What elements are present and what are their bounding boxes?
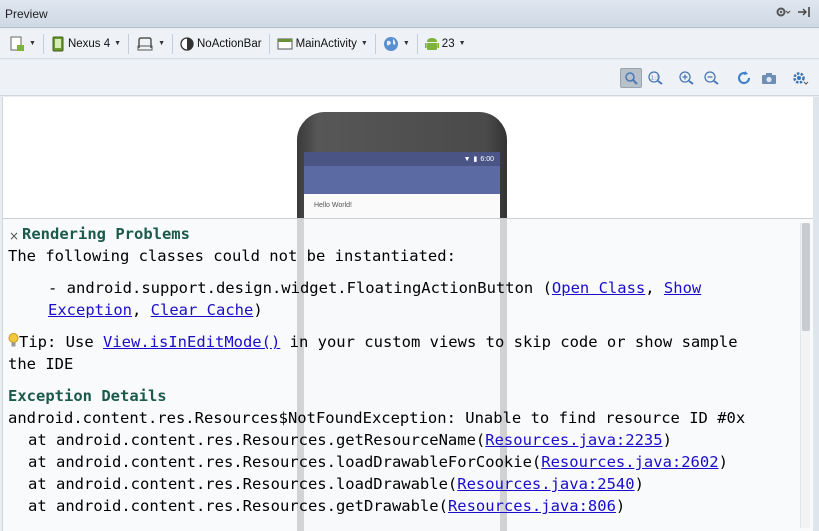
wifi-icon: ▼ (463, 155, 471, 163)
tool-window-header: Preview (0, 0, 819, 28)
clear-cache-link[interactable]: Clear Cache (151, 301, 254, 319)
zoom-actual-size-button[interactable]: 1:1 (645, 68, 667, 88)
class-problem-line-2: Exception, Clear Cache) (48, 301, 263, 319)
camera-icon (762, 73, 776, 84)
lightbulb-icon (8, 333, 19, 351)
theme-label: NoActionBar (197, 37, 262, 50)
tip-line: Tip: Use View.isInEditMode() in your cus… (8, 331, 798, 353)
right-edge-strip (813, 97, 819, 531)
screenshot-button[interactable] (758, 68, 780, 88)
device-icon (52, 36, 64, 51)
show-exception-link-cont[interactable]: Exception (48, 301, 132, 319)
orientation-icon (137, 36, 153, 50)
stack-frame: at android.content.res.Resources.getReso… (28, 431, 672, 449)
stack-frame-link[interactable]: Resources.java:2540 (457, 475, 634, 493)
preview-options-button[interactable] (789, 68, 811, 88)
device-dropdown[interactable]: Nexus 4 ▼ (48, 33, 124, 55)
exception-line: android.content.res.Resources$NotFoundEx… (8, 409, 746, 427)
battery-icon: ▮ (473, 156, 478, 163)
rendering-problems-panel: × Rendering Problems The following class… (3, 218, 813, 531)
api-level-label: 23 (441, 37, 455, 50)
document-config-icon (10, 36, 24, 51)
stack-frame-link[interactable]: Resources.java:2602 (541, 453, 718, 471)
stack-frame: at android.content.res.Resources.getDraw… (28, 497, 626, 515)
rendering-problems-title: Rendering Problems (22, 225, 190, 243)
device-label: Nexus 4 (67, 37, 111, 50)
svg-text:1:1: 1:1 (651, 75, 660, 81)
orientation-dropdown[interactable]: ▼ (133, 33, 168, 55)
activity-label: MainActivity (295, 37, 357, 50)
is-in-edit-mode-link[interactable]: View.isInEditMode() (103, 333, 280, 351)
activity-icon (277, 38, 293, 49)
api-level-dropdown[interactable]: 23 ▼ (422, 33, 469, 55)
theme-button[interactable]: NoActionBar (177, 33, 265, 55)
scrollbar-thumb[interactable] (802, 223, 810, 331)
zoom-to-fit-button[interactable] (620, 68, 642, 88)
intro-text: The following classes could not be insta… (8, 247, 456, 265)
zoom-fit-icon (625, 72, 638, 85)
zoom-out-icon (704, 71, 719, 85)
stack-frame-link[interactable]: Resources.java:2235 (485, 431, 662, 449)
android-icon (424, 37, 439, 50)
exception-details-heading: Exception Details (8, 387, 167, 405)
show-exception-link[interactable]: Show (664, 279, 701, 297)
options-gear-icon (793, 72, 809, 85)
globe-icon (383, 36, 398, 51)
zoom-toolbar: 1:1 (0, 60, 819, 96)
activity-dropdown[interactable]: MainActivity ▼ (274, 33, 371, 55)
settings-gear-icon[interactable] (775, 6, 791, 21)
clock-text: 6:00 (480, 155, 494, 163)
locale-dropdown[interactable]: ▼ (380, 33, 413, 55)
window-title: Preview (5, 6, 48, 21)
class-problem-line: - android.support.design.widget.Floating… (48, 279, 702, 297)
open-class-link[interactable]: Open Class (552, 279, 645, 297)
refresh-icon (738, 71, 751, 85)
stack-frame: at android.content.res.Resources.loadDra… (28, 475, 644, 493)
error-panel-scrollbar[interactable] (800, 223, 810, 528)
status-bar: ▼ ▮ 6:00 (304, 152, 500, 166)
app-bar (304, 166, 500, 194)
refresh-button[interactable] (733, 68, 755, 88)
tip-line-2: the IDE (8, 355, 74, 373)
theme-icon (180, 36, 194, 51)
zoom-in-button[interactable] (676, 68, 698, 88)
preview-toolbar: ▼ Nexus 4 ▼ ▼ NoActionBar MainActivity ▼… (0, 29, 819, 59)
hello-text: Hello World! (314, 202, 352, 209)
zoom-in-icon (679, 71, 694, 85)
zoom-actual-icon: 1:1 (648, 71, 663, 85)
zoom-out-button[interactable] (701, 68, 723, 88)
hide-panel-icon[interactable] (797, 6, 811, 21)
design-config-dropdown[interactable]: ▼ (6, 33, 39, 55)
stack-frame: at android.content.res.Resources.loadDra… (28, 453, 728, 471)
stack-frame-link[interactable]: Resources.java:806 (448, 497, 616, 515)
